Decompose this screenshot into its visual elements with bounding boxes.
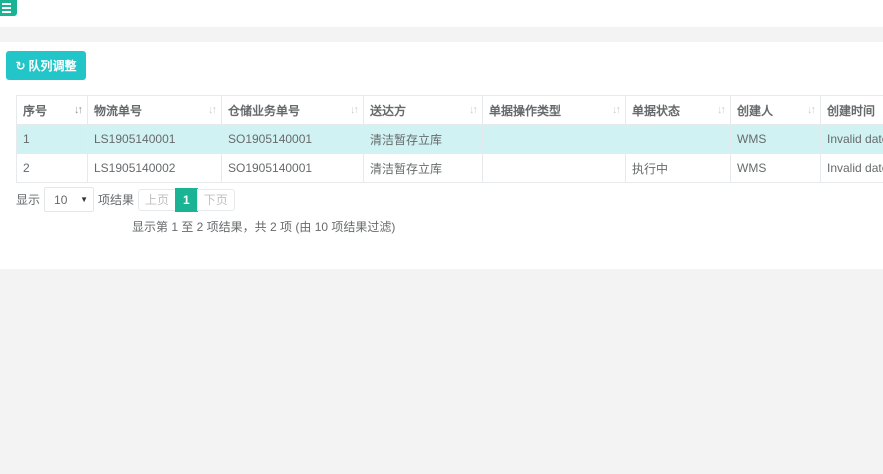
table-cell: SO1905140001 [221, 124, 364, 154]
table-cell: 2 [16, 153, 88, 183]
page-size-value: 10 [54, 192, 68, 207]
sort-asc-icon: ↓↑ [74, 104, 83, 116]
column-header-warehouse-no[interactable]: 仓储业务单号 ↓↑ [221, 95, 364, 125]
table-cell: WMS [730, 153, 821, 183]
table-cell: SO1905140001 [221, 153, 364, 183]
pagination-info: 显示第 1 至 2 项结果，共 2 项 (由 10 项结果过滤) [132, 220, 396, 234]
table-cell: 执行中 [625, 153, 731, 183]
table-row[interactable]: 1 LS1905140001 SO1905140001 清洁暂存立库 WMS I… [16, 124, 883, 154]
table-cell [482, 153, 626, 183]
caret-down-icon: ▼ [80, 195, 89, 204]
table-cell: WMS [730, 124, 821, 154]
table-header-row: 序号 ↓↑ 物流单号 ↓↑ 仓储业务单号 ↓↑ 送达方 ↓↑ 单据操作类型 ↓↑ 单据状态… [16, 95, 883, 125]
page-header-strip [0, 27, 883, 42]
table-cell: 清洁暂存立库 [363, 153, 483, 183]
column-header-operation-type[interactable]: 单据操作类型 ↓↑ [482, 95, 626, 125]
table-cell: 1 [16, 124, 88, 154]
top-navbar [0, 0, 883, 27]
prev-page-button[interactable]: 上页 [138, 188, 177, 211]
column-header-created-time[interactable]: 创建时间 [820, 95, 883, 125]
table-cell [625, 124, 731, 154]
pagination-bar: 显示 10 ▼ 项结果 上页 1 下页 [16, 187, 235, 212]
results-label: 项结果 [98, 193, 135, 207]
column-header-logistics-no[interactable]: 物流单号 ↓↑ [87, 95, 222, 125]
sort-icon: ↓↑ [612, 104, 621, 116]
sort-icon: ↓↑ [208, 104, 217, 116]
table-row[interactable]: 2 LS1905140002 SO1905140001 清洁暂存立库 执行中 W… [16, 153, 883, 183]
refresh-icon: ↻ [15, 58, 26, 73]
hamburger-icon [2, 3, 11, 5]
table-cell [482, 124, 626, 154]
page-size-select[interactable]: 10 ▼ [44, 187, 95, 212]
table-cell: LS1905140002 [87, 153, 222, 183]
table-cell: Invalid date [820, 124, 883, 154]
page-button-1[interactable]: 1 [175, 187, 198, 212]
table-cell: 清洁暂存立库 [363, 124, 483, 154]
column-header-creator[interactable]: 创建人 ↓↑ [730, 95, 821, 125]
table-cell: Invalid date [820, 153, 883, 183]
sort-icon: ↓↑ [807, 104, 816, 116]
column-header-index[interactable]: 序号 ↓↑ [16, 95, 88, 125]
show-label: 显示 [16, 193, 41, 207]
menu-toggle-button[interactable] [0, 0, 17, 16]
next-page-button[interactable]: 下页 [196, 188, 235, 211]
queue-adjust-button[interactable]: ↻ 队列调整 [6, 51, 86, 80]
sort-icon: ↓↑ [350, 104, 359, 116]
column-header-recipient[interactable]: 送达方 ↓↑ [363, 95, 483, 125]
data-table: 序号 ↓↑ 物流单号 ↓↑ 仓储业务单号 ↓↑ 送达方 ↓↑ 单据操作类型 ↓↑ 单据状态… [16, 95, 883, 183]
table-cell: LS1905140001 [87, 124, 222, 154]
sort-icon: ↓↑ [717, 104, 726, 116]
column-header-status[interactable]: 单据状态 ↓↑ [625, 95, 731, 125]
sort-icon: ↓↑ [469, 104, 478, 116]
queue-adjust-label: 队列调整 [28, 59, 77, 73]
